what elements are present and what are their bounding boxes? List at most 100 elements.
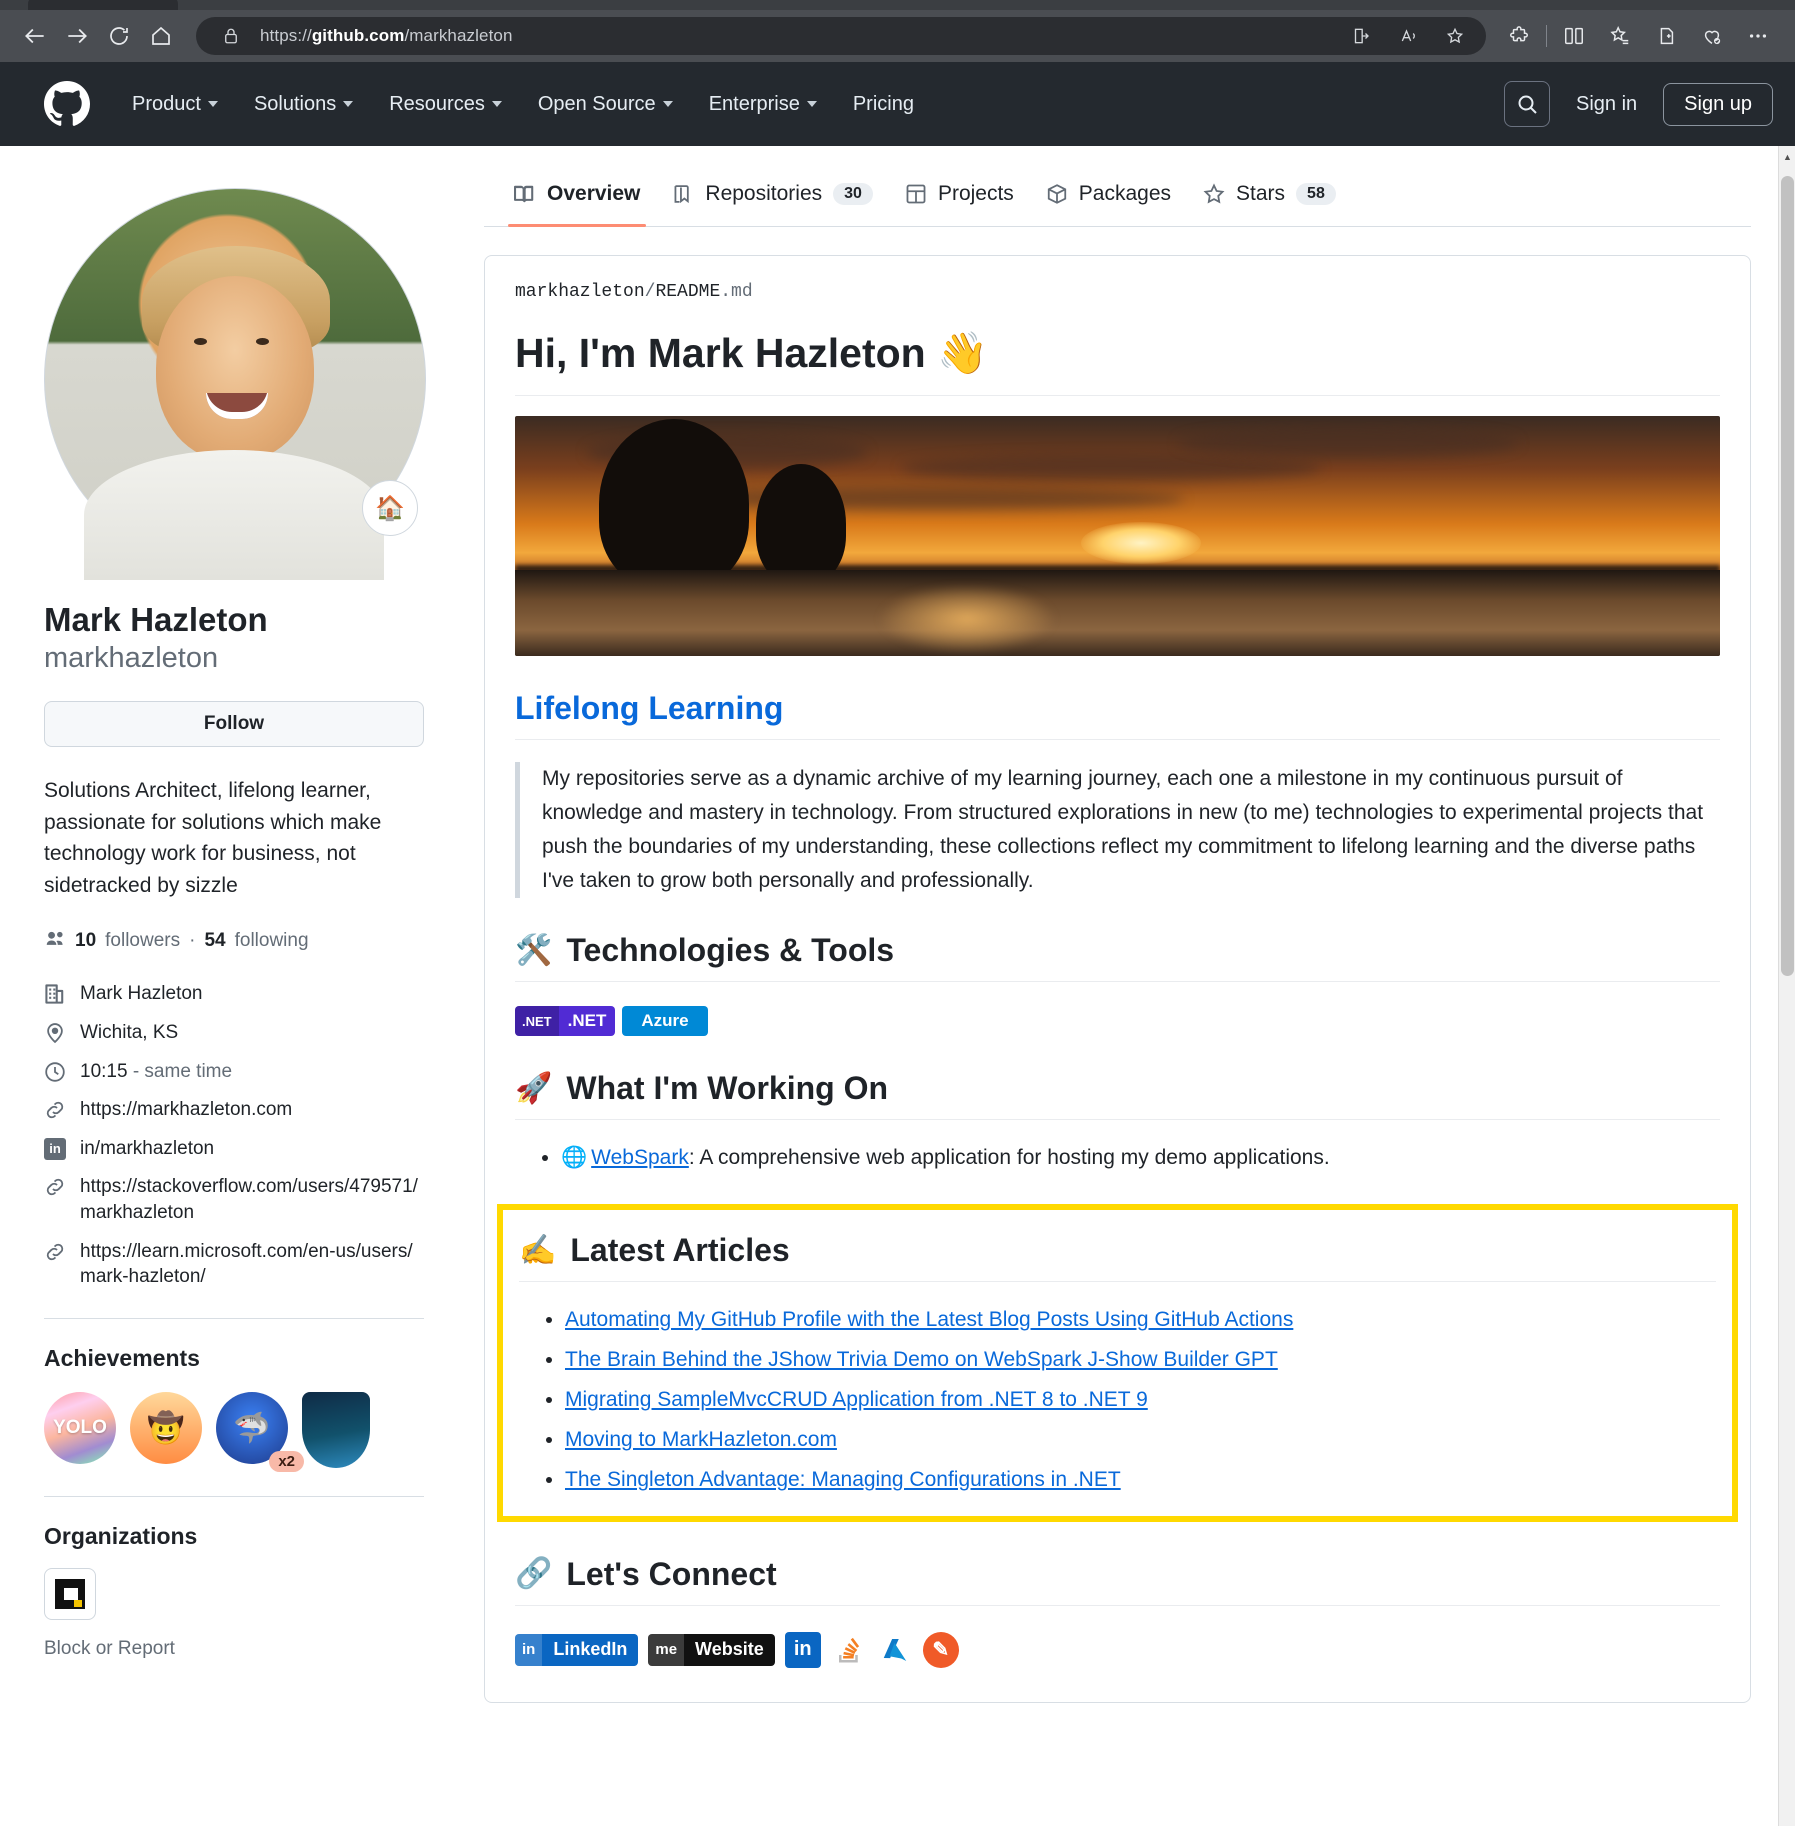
nav-label: Solutions — [253, 92, 337, 115]
tab-repositories[interactable]: Repositories 30 — [656, 170, 889, 226]
readme-breadcrumb[interactable]: markhazleton/README.md — [515, 282, 1720, 302]
address-bar[interactable]: https://github.com/markhazleton — [196, 17, 1486, 55]
section-title: What I'm Working On — [566, 1070, 889, 1107]
achievement-yolo[interactable]: YOLO — [44, 1392, 116, 1465]
stackoverflow-icon[interactable] — [830, 1631, 867, 1668]
meta-website[interactable]: https://markhazleton.com — [44, 1097, 424, 1123]
followers-following[interactable]: 10 followers · 54 following — [44, 927, 424, 955]
achievements-list: YOLO 🤠 🦈 x2 — [44, 1392, 424, 1473]
tab-count: 58 — [1296, 183, 1336, 205]
readme-filename: README — [655, 282, 721, 302]
block-or-report-link[interactable]: Block or Report — [44, 1638, 424, 1660]
article-link[interactable]: The Singleton Advantage: Managing Config… — [565, 1468, 1121, 1491]
favorites-list-icon[interactable] — [1597, 15, 1643, 57]
search-icon[interactable] — [1504, 81, 1550, 127]
linkedin-square-icon[interactable]: in — [784, 1631, 821, 1668]
following-label: following — [234, 930, 309, 952]
organization-control-origins[interactable] — [44, 1568, 96, 1621]
nav-label: Enterprise — [708, 92, 800, 115]
scroll-down-arrow[interactable]: ▼ — [1779, 1820, 1795, 1826]
project-icon — [905, 183, 927, 205]
readme-extension: .md — [720, 282, 753, 302]
section-lifelong-learning[interactable]: Lifelong Learning — [515, 690, 1720, 741]
people-icon — [44, 927, 66, 955]
meta-linkedin[interactable]: in in/markhazleton — [44, 1136, 424, 1162]
avatar[interactable]: 🏠 — [44, 188, 426, 580]
banner-shimmer — [876, 584, 1057, 655]
nav-solutions[interactable]: Solutions — [236, 85, 371, 124]
nav-open-source[interactable]: Open Source — [520, 85, 691, 124]
organizations-heading: Organizations — [44, 1523, 198, 1550]
organization-icon — [44, 983, 66, 1005]
nav-label: Resources — [389, 92, 485, 115]
avatar-eye-right — [256, 338, 269, 345]
badge-website[interactable]: me Website — [648, 1633, 775, 1666]
back-arrow-icon[interactable] — [14, 15, 56, 57]
follow-button[interactable]: Follow — [44, 701, 424, 748]
list-item: The Singleton Advantage: Managing Config… — [565, 1460, 1716, 1500]
nav-product[interactable]: Product — [114, 85, 236, 124]
star-icon[interactable] — [1438, 19, 1472, 53]
github-header-actions: Sign in Sign up — [1504, 81, 1773, 127]
banner-tree — [756, 464, 846, 585]
meta-organization: Mark Hazleton — [44, 981, 424, 1007]
badge-dotnet[interactable]: .NET .NET — [515, 1006, 616, 1037]
tab-overview[interactable]: Overview — [498, 170, 656, 227]
achievement-pull-shark[interactable]: 🦈 x2 — [216, 1392, 304, 1473]
browser-toolbar: https://github.com/markhazleton — [0, 10, 1795, 62]
nav-pricing[interactable]: Pricing — [835, 85, 932, 124]
achievement-arctic-code-vault[interactable] — [302, 1392, 370, 1469]
section-title: Let's Connect — [566, 1555, 777, 1592]
github-header: Product Solutions Resources Open Source … — [0, 62, 1795, 146]
link-icon — [44, 1099, 66, 1121]
reload-icon[interactable] — [98, 15, 140, 57]
sign-in-link[interactable]: Sign in — [1566, 87, 1647, 122]
article-link[interactable]: Automating My GitHub Profile with the La… — [565, 1308, 1293, 1331]
sign-up-button[interactable]: Sign up — [1663, 82, 1773, 126]
rocket-icon: 🚀 — [515, 1071, 553, 1105]
article-link[interactable]: Migrating SampleMvcCRUD Application from… — [565, 1388, 1148, 1411]
linkedin-icon: in — [515, 1633, 543, 1666]
breadcrumb-separator: / — [644, 282, 656, 302]
tab-label: Packages — [1078, 182, 1172, 205]
azure-icon[interactable] — [876, 1631, 913, 1668]
badge-linkedin[interactable]: in LinkedIn — [515, 1633, 639, 1666]
local-time-value: 10:15 — [80, 1060, 128, 1082]
badge-azure[interactable]: Azure — [622, 1006, 708, 1037]
webspark-link[interactable]: WebSpark — [591, 1146, 689, 1169]
github-logo[interactable] — [44, 81, 90, 127]
home-icon[interactable] — [140, 15, 182, 57]
globe-icon: 🌐 — [561, 1146, 588, 1170]
avatar-face — [156, 276, 314, 461]
page-scrollbar[interactable]: ▲ ▼ — [1778, 146, 1795, 1826]
scroll-up-arrow[interactable]: ▲ — [1779, 148, 1795, 166]
split-screen-toolbar-icon[interactable] — [1551, 15, 1597, 57]
meta-stackoverflow[interactable]: https://stackoverflow.com/users/479571/m… — [44, 1174, 424, 1225]
badge-prefix: .NET — [515, 1006, 559, 1037]
tab-projects[interactable]: Projects — [889, 170, 1030, 226]
tab-stars[interactable]: Stars 58 — [1187, 170, 1352, 226]
read-aloud-icon[interactable] — [1392, 19, 1426, 53]
achievement-label: YOLO — [53, 1417, 107, 1439]
article-link[interactable]: The Brain Behind the JShow Trivia Demo o… — [565, 1348, 1278, 1371]
split-screen-icon[interactable] — [1346, 19, 1380, 53]
forward-arrow-icon[interactable] — [56, 15, 98, 57]
extensions-puzzle-icon[interactable] — [1496, 15, 1542, 57]
nav-label: Product — [132, 92, 201, 115]
dev-icon[interactable]: ✎ — [922, 1631, 959, 1668]
avatar-status-badge[interactable]: 🏠 — [362, 480, 418, 536]
achievement-multiplier: x2 — [269, 1451, 304, 1473]
nav-enterprise[interactable]: Enterprise — [691, 85, 835, 124]
meta-text: 10:15 - same time — [80, 1059, 232, 1085]
scrollbar-thumb[interactable] — [1781, 176, 1794, 976]
meta-microsoft-learn[interactable]: https://learn.microsoft.com/en-us/users/… — [44, 1239, 424, 1290]
article-link[interactable]: Moving to MarkHazleton.com — [565, 1428, 837, 1451]
browser-tab[interactable] — [28, 0, 178, 10]
collections-icon[interactable] — [1643, 15, 1689, 57]
tab-packages[interactable]: Packages — [1030, 170, 1187, 226]
more-options-icon[interactable] — [1735, 15, 1781, 57]
achievement-quickdraw[interactable]: 🤠 — [130, 1392, 202, 1465]
nav-resources[interactable]: Resources — [371, 85, 520, 124]
browser-essentials-icon[interactable] — [1689, 15, 1735, 57]
meta-text: https://learn.microsoft.com/en-us/users/… — [80, 1240, 413, 1288]
